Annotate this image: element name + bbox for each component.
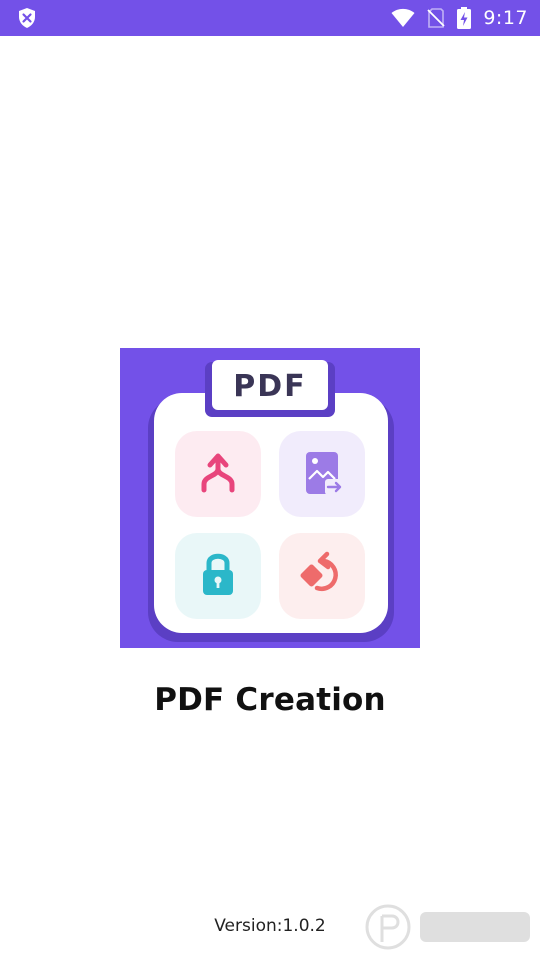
wifi-icon xyxy=(391,8,415,28)
watermark-logo xyxy=(364,898,534,956)
image-to-pdf-icon xyxy=(306,452,343,495)
logo-label: PDF xyxy=(233,369,306,404)
app-logo: PDF xyxy=(120,348,420,648)
no-sim-icon xyxy=(427,8,445,28)
status-bar: 9:17 xyxy=(0,0,540,36)
shield-icon xyxy=(16,7,38,29)
status-time: 9:17 xyxy=(483,7,528,29)
app-title: PDF Creation xyxy=(154,682,386,718)
battery-charging-icon xyxy=(457,7,472,29)
